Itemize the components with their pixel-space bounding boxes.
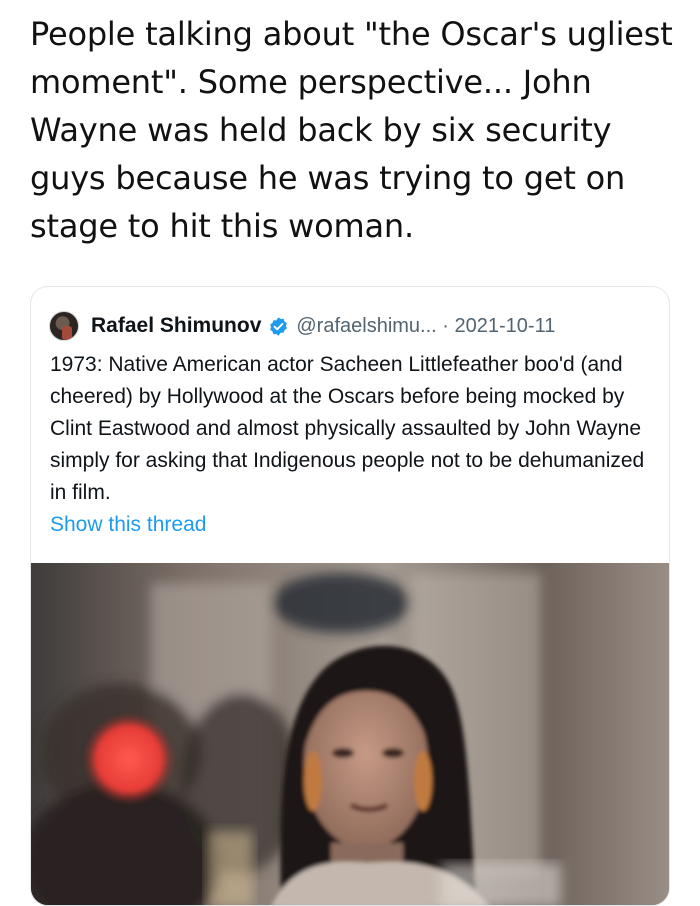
quoted-tweet-card[interactable]: Rafael Shimunov @rafaelshimu... · 2021-1… (30, 286, 670, 906)
post-text: People talking about "the Oscar's uglies… (30, 15, 673, 245)
show-thread-link[interactable]: Show this thread (50, 510, 206, 540)
tweet-media-image[interactable] (31, 563, 669, 905)
verified-badge-icon (268, 316, 289, 337)
quoted-tweet-text: 1973: Native American actor Sacheen Litt… (50, 353, 645, 504)
quoted-tweet-header: Rafael Shimunov @rafaelshimu... · 2021-1… (49, 309, 555, 343)
tweet-date[interactable]: 2021-10-11 (455, 315, 556, 338)
author-handle[interactable]: @rafaelshimu... (296, 315, 436, 338)
author-name[interactable]: Rafael Shimunov (91, 314, 261, 338)
separator-dot: · (442, 314, 449, 337)
avatar[interactable] (49, 311, 79, 341)
